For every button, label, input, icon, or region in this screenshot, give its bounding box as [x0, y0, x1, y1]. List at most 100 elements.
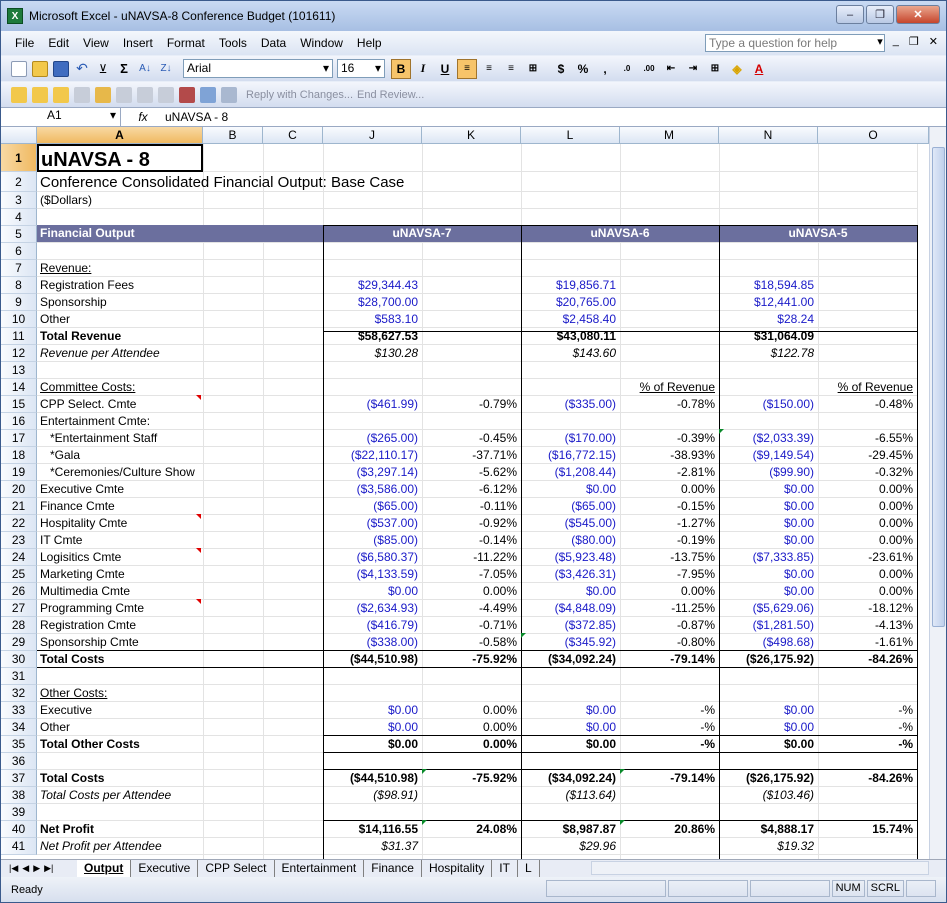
print-icon[interactable] [221, 86, 237, 103]
cell-a28[interactable]: Registration Cmte [40, 617, 136, 634]
cell-j23[interactable]: ($85.00) [323, 532, 418, 549]
percent-icon[interactable]: % [573, 59, 593, 79]
cell-m37[interactable]: -79.14% [620, 770, 715, 787]
cell-a11[interactable]: Total Revenue [40, 328, 121, 345]
save-icon[interactable] [53, 60, 69, 77]
cell-l38[interactable]: ($113.64) [521, 787, 616, 804]
cell-n26[interactable]: $0.00 [719, 583, 814, 600]
cell-a27[interactable]: Programming Cmte [40, 600, 144, 617]
column-header-m[interactable]: M [620, 127, 719, 144]
autosum-icon[interactable]: Σ [116, 61, 132, 77]
cell-l30[interactable]: ($34,092.24) [521, 651, 616, 668]
row-header[interactable]: 16 [1, 413, 37, 430]
row-header[interactable]: 31 [1, 668, 37, 685]
menu-insert[interactable]: Insert [123, 36, 153, 50]
row-header[interactable]: 32 [1, 685, 37, 702]
cell-k25[interactable]: -7.05% [422, 566, 517, 583]
cell-a14[interactable]: Committee Costs: [40, 379, 135, 396]
vertical-scroll-thumb[interactable] [932, 147, 945, 627]
cell-o22[interactable]: 0.00% [818, 515, 913, 532]
row-header[interactable]: 27 [1, 600, 37, 617]
row-header[interactable]: 23 [1, 532, 37, 549]
cell-k17[interactable]: -0.45% [422, 430, 517, 447]
cell-k30[interactable]: -75.92% [422, 651, 517, 668]
cell-m24[interactable]: -13.75% [620, 549, 715, 566]
cell-a20[interactable]: Executive Cmte [40, 481, 124, 498]
cell-m19[interactable]: -2.81% [620, 464, 715, 481]
cell-n38[interactable]: ($103.46) [719, 787, 814, 804]
row-header[interactable]: 4 [1, 209, 37, 226]
align-left-icon[interactable]: ≡ [457, 58, 477, 79]
row-header[interactable]: 19 [1, 464, 37, 481]
cell-n15[interactable]: ($150.00) [719, 396, 814, 413]
cell-l12[interactable]: $143.60 [521, 345, 616, 362]
cell-o37[interactable]: -84.26% [818, 770, 913, 787]
cell-j27[interactable]: ($2,634.93) [323, 600, 418, 617]
cell-a1-title[interactable]: uNAVSA - 8 [37, 144, 203, 172]
cell-a7[interactable]: Revenue: [40, 260, 91, 277]
cell-n22[interactable]: $0.00 [719, 515, 814, 532]
cell-l24[interactable]: ($5,923.48) [521, 549, 616, 566]
row-header[interactable]: 5 [1, 226, 37, 243]
name-box-dropdown-icon[interactable]: ▾ [110, 108, 116, 126]
workbook-restore-button[interactable]: ❐ [909, 35, 919, 48]
merge-center-icon[interactable]: ⊞ [523, 59, 543, 79]
cell-j15[interactable]: ($461.99) [323, 396, 418, 413]
cell-a8[interactable]: Registration Fees [40, 277, 134, 294]
cell-l40[interactable]: $8,987.87 [521, 821, 616, 838]
fill-color-icon[interactable]: ◈ [727, 59, 747, 79]
column-header-j[interactable]: J [323, 127, 422, 144]
tab-hospitality[interactable]: Hospitality [421, 860, 493, 877]
column-header-b[interactable]: B [203, 127, 263, 144]
folder-send-icon[interactable] [53, 86, 69, 103]
cell-o34[interactable]: -% [818, 719, 913, 736]
cell-o18[interactable]: -29.45% [818, 447, 913, 464]
row-header[interactable]: 11 [1, 328, 37, 345]
cell-l15[interactable]: ($335.00) [521, 396, 616, 413]
cell-l23[interactable]: ($80.00) [521, 532, 616, 549]
cell-a22[interactable]: Hospitality Cmte [40, 515, 127, 532]
help-search-input[interactable]: Type a question for help [705, 34, 885, 52]
decrease-decimal-icon[interactable]: .00 [639, 59, 659, 79]
cell-k35[interactable]: 0.00% [422, 736, 517, 753]
cell-m26[interactable]: 0.00% [620, 583, 715, 600]
font-color-icon[interactable]: A [749, 59, 769, 79]
next-sheet-icon[interactable]: ▶ [33, 863, 40, 874]
cell-o20[interactable]: 0.00% [818, 481, 913, 498]
cell-m17[interactable]: -0.39% [620, 430, 715, 447]
cell-l26[interactable]: $0.00 [521, 583, 616, 600]
cell-k21[interactable]: -0.11% [422, 498, 517, 515]
cell-l9[interactable]: $20,765.00 [521, 294, 616, 311]
undo-icon[interactable]: ↶ [74, 60, 90, 77]
cell-o26[interactable]: 0.00% [818, 583, 913, 600]
row-header[interactable]: 24 [1, 549, 37, 566]
cell-n9[interactable]: $12,441.00 [719, 294, 814, 311]
cell-n12[interactable]: $122.78 [719, 345, 814, 362]
research-icon[interactable] [179, 86, 195, 103]
prev-sheet-icon[interactable]: ◀ [22, 863, 29, 874]
folder-up-icon[interactable] [32, 86, 48, 103]
align-right-icon[interactable]: ≡ [501, 59, 521, 79]
row-header[interactable]: 28 [1, 617, 37, 634]
cell-l22[interactable]: ($545.00) [521, 515, 616, 532]
cell-j34[interactable]: $0.00 [323, 719, 418, 736]
tab-executive[interactable]: Executive [131, 860, 199, 877]
currency-icon[interactable]: $ [551, 59, 571, 79]
row-header[interactable]: 34 [1, 719, 37, 736]
row-header[interactable]: 2 [1, 172, 37, 192]
cell-j28[interactable]: ($416.79) [323, 617, 418, 634]
cell-k34[interactable]: 0.00% [422, 719, 517, 736]
horizontal-scrollbar[interactable] [591, 861, 929, 875]
cell-k26[interactable]: 0.00% [422, 583, 517, 600]
cell-l34[interactable]: $0.00 [521, 719, 616, 736]
cell-l35[interactable]: $0.00 [521, 736, 616, 753]
cell-o29[interactable]: -1.61% [818, 634, 913, 651]
menu-help[interactable]: Help [357, 36, 382, 50]
font-size-select[interactable]: 16 ▾ [337, 59, 385, 78]
cell-a15[interactable]: CPP Select. Cmte [40, 396, 136, 413]
row-header[interactable]: 41 [1, 838, 37, 855]
row-header[interactable]: 15 [1, 396, 37, 413]
comment-indicator[interactable] [196, 599, 201, 604]
cell-n35[interactable]: $0.00 [719, 736, 814, 753]
cell-k23[interactable]: -0.14% [422, 532, 517, 549]
